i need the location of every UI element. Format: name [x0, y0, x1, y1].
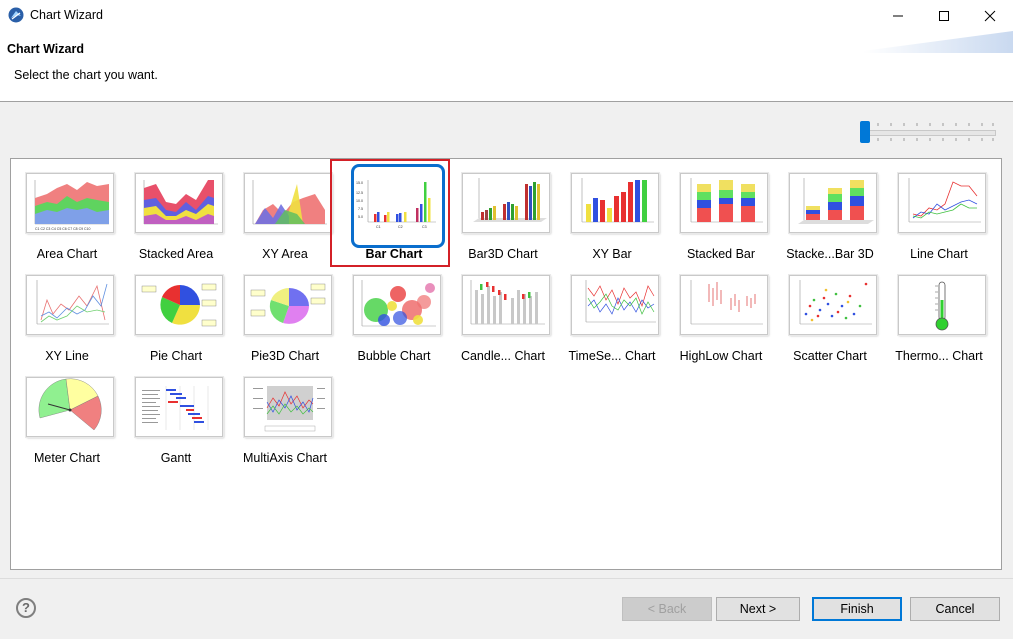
meter-chart-icon — [26, 377, 114, 437]
chart-option-label: MultiAxis Chart — [242, 451, 328, 465]
wizard-header: Chart Wizard Select the chart you want. — [0, 31, 1013, 102]
xy-area-icon — [244, 173, 332, 233]
thumbnail-size-slider[interactable] — [860, 121, 996, 143]
chart-option-area[interactable]: C1 C2 C3 C4 C5 C6 C7 C8 C9 C10 Area Char… — [13, 163, 121, 265]
chart-option-bar3d[interactable]: Bar3D Chart — [449, 163, 557, 265]
close-button[interactable] — [967, 0, 1013, 31]
xy-bar-icon — [571, 173, 659, 233]
close-icon — [984, 10, 996, 21]
svg-text:C3: C3 — [422, 225, 427, 229]
next-button[interactable]: Next > — [716, 597, 800, 621]
candlestick-chart-icon — [462, 275, 550, 335]
bar3d-chart-icon — [462, 173, 550, 233]
chart-option-line[interactable]: Line Chart — [885, 163, 993, 265]
line-chart-icon — [898, 173, 986, 233]
chart-option-label: Stacked Bar — [686, 247, 756, 261]
thermometer-chart-icon — [898, 275, 986, 335]
chart-option-candlestick[interactable]: Candle... Chart — [449, 265, 557, 367]
chart-option-multiaxis[interactable]: MultiAxis Chart — [231, 367, 339, 469]
highlow-chart-icon — [680, 275, 768, 335]
chart-option-scatter[interactable]: Scatter Chart — [776, 265, 884, 367]
footer-separator — [0, 578, 1013, 579]
svg-text:C2: C2 — [398, 225, 403, 229]
slider-track[interactable] — [864, 130, 996, 136]
chart-option-label: Gantt — [160, 451, 192, 465]
chart-option-label: XY Area — [262, 247, 308, 261]
chart-option-label: Candle... Chart — [460, 349, 546, 363]
bar-chart-icon: 15.0 12.5 10.0 7.5 5.0 C1 C2 C3 — [351, 164, 445, 248]
chart-option-timeseries[interactable]: TimeSe... Chart — [558, 265, 666, 367]
help-icon[interactable]: ? — [16, 598, 36, 618]
chart-option-label: Scatter Chart — [793, 349, 867, 363]
app-icon — [8, 7, 24, 23]
chart-option-label: TimeSe... Chart — [568, 349, 656, 363]
chart-option-highlow[interactable]: HighLow Chart — [667, 265, 775, 367]
chart-option-bubble[interactable]: Bubble Chart — [340, 265, 448, 367]
chart-option-thermometer[interactable]: Thermo... Chart — [885, 265, 993, 367]
minimize-icon — [893, 15, 903, 16]
back-button[interactable]: < Back — [622, 597, 712, 621]
svg-text:5.0: 5.0 — [358, 215, 363, 219]
slider-thumb[interactable] — [860, 121, 870, 143]
maximize-button[interactable] — [921, 0, 967, 31]
chart-option-label: Area Chart — [36, 247, 98, 261]
chart-option-label: Bubble Chart — [357, 349, 431, 363]
maximize-icon — [939, 10, 949, 21]
chart-option-label: HighLow Chart — [679, 349, 763, 363]
minimize-button[interactable] — [875, 0, 921, 31]
chart-option-stacked-area[interactable]: Stacked Area — [122, 163, 230, 265]
header-banner-graphic — [863, 31, 1013, 53]
bubble-chart-icon — [353, 275, 441, 335]
chart-option-label: Bar Chart — [365, 247, 423, 261]
svg-text:7.5: 7.5 — [358, 207, 363, 211]
chart-option-label: Meter Chart — [34, 451, 100, 465]
chart-option-xy-area[interactable]: XY Area — [231, 163, 339, 265]
pie3d-chart-icon — [244, 275, 332, 335]
page-title: Chart Wizard — [7, 42, 84, 56]
chart-option-bar[interactable]: 15.0 12.5 10.0 7.5 5.0 C1 C2 C3 Bar Chart — [330, 159, 450, 267]
chart-option-pie[interactable]: Pie Chart — [122, 265, 230, 367]
chart-option-label: Pie Chart — [149, 349, 203, 363]
title-bar: Chart Wizard — [0, 0, 1013, 31]
svg-text:12.5: 12.5 — [356, 191, 363, 195]
window-title: Chart Wizard — [30, 8, 103, 22]
stacked-area-icon — [135, 173, 223, 233]
page-description: Select the chart you want. — [14, 68, 158, 82]
stacked-bar3d-icon — [789, 173, 877, 233]
xy-line-icon — [26, 275, 114, 335]
svg-text:C1 C2 C3 C4 C5 C6 C7 C8 C9 C10: C1 C2 C3 C4 C5 C6 C7 C8 C9 C10 — [35, 227, 90, 231]
chart-gallery: C1 C2 C3 C4 C5 C6 C7 C8 C9 C10 Area Char… — [10, 158, 1002, 570]
chart-option-label: Pie3D Chart — [250, 349, 320, 363]
svg-text:10.0: 10.0 — [356, 199, 363, 203]
svg-text:15.0: 15.0 — [356, 181, 363, 185]
timeseries-chart-icon — [571, 275, 659, 335]
chart-option-label: XY Line — [45, 349, 89, 363]
svg-text:C1: C1 — [376, 225, 381, 229]
finish-button[interactable]: Finish — [812, 597, 902, 621]
chart-option-label: Thermo... Chart — [895, 349, 983, 363]
scatter-chart-icon — [789, 275, 877, 335]
chart-option-label: Stacke...Bar 3D — [786, 247, 874, 261]
chart-option-label: XY Bar — [592, 247, 632, 261]
pie-chart-icon — [135, 275, 223, 335]
chart-option-stacked-bar[interactable]: Stacked Bar — [667, 163, 775, 265]
gantt-chart-icon — [135, 377, 223, 437]
chart-option-pie3d[interactable]: Pie3D Chart — [231, 265, 339, 367]
chart-option-gantt[interactable]: Gantt — [122, 367, 230, 469]
chart-option-stacked-bar-3d[interactable]: Stacke...Bar 3D — [776, 163, 884, 265]
stacked-bar-icon — [680, 173, 768, 233]
area-chart-icon: C1 C2 C3 C4 C5 C6 C7 C8 C9 C10 — [26, 173, 114, 233]
chart-option-label: Bar3D Chart — [468, 247, 538, 261]
chart-option-label: Stacked Area — [138, 247, 214, 261]
chart-option-xy-bar[interactable]: XY Bar — [558, 163, 666, 265]
multiaxis-chart-icon — [244, 377, 332, 437]
cancel-button[interactable]: Cancel — [910, 597, 1000, 621]
chart-option-meter[interactable]: Meter Chart — [13, 367, 121, 469]
chart-option-xy-line[interactable]: XY Line — [13, 265, 121, 367]
chart-option-label: Line Chart — [910, 247, 968, 261]
